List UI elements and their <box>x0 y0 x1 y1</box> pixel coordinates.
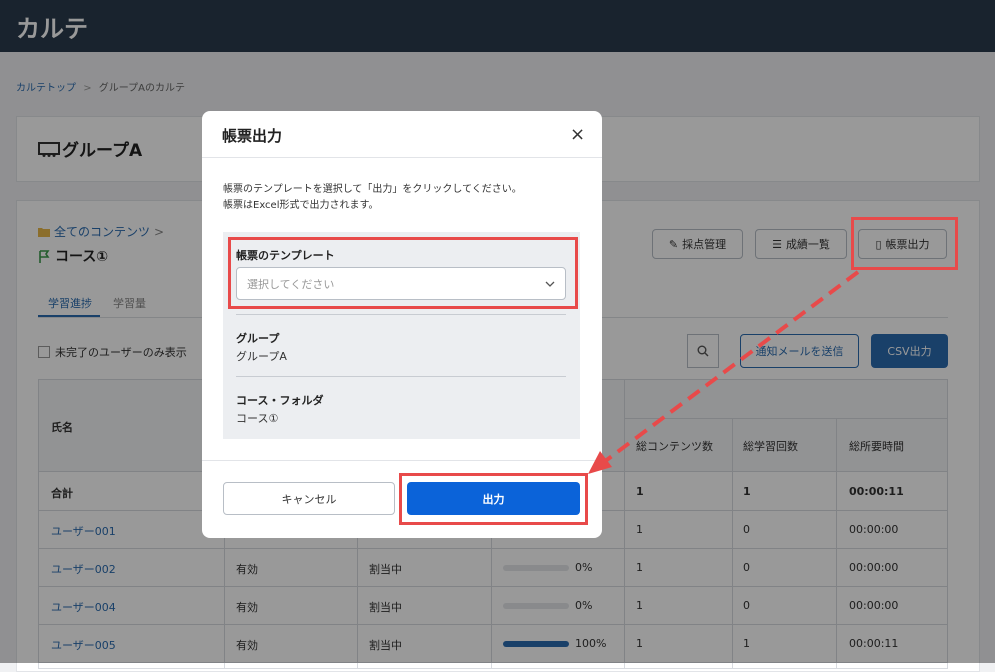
annotation-arrow <box>588 270 860 474</box>
